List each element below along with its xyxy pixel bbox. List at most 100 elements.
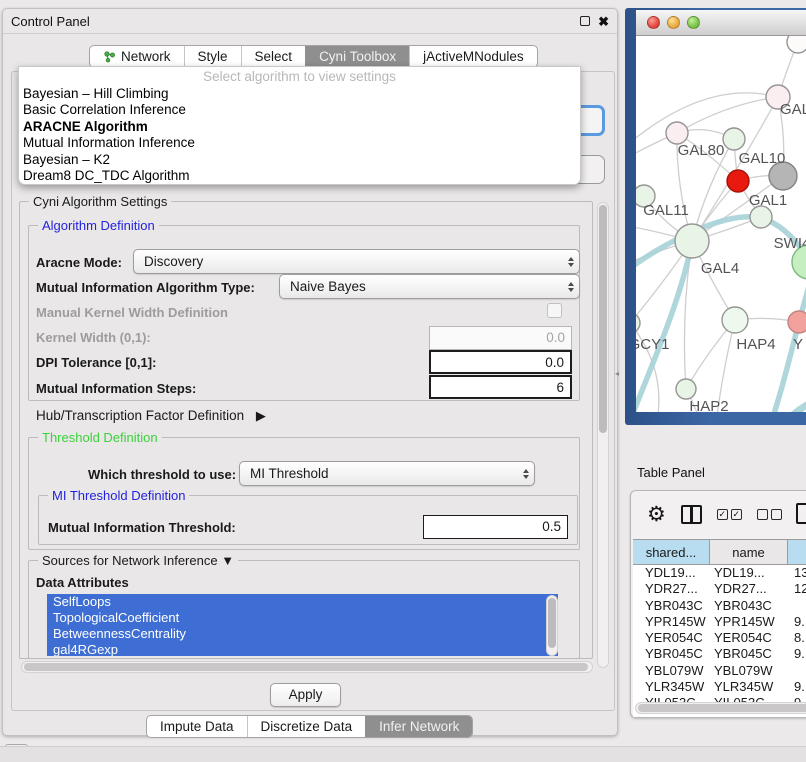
graph-node[interactable] <box>723 128 745 150</box>
algorithm-option[interactable]: Dream8 DC_TDC Algorithm <box>19 168 580 184</box>
table-horizontal-scroll-thumb[interactable] <box>638 704 806 712</box>
column-header-shared[interactable]: shared... <box>633 540 710 564</box>
column-header-name[interactable]: name <box>710 540 788 564</box>
page-icon[interactable] <box>796 503 806 524</box>
hub-transcription-factor-expander[interactable]: Hub/Transcription Factor Definition ▶ <box>36 408 266 424</box>
mi-algorithm-type-combobox[interactable]: Naive Bayes <box>279 274 580 299</box>
attribute-list-scroll-thumb[interactable] <box>548 598 556 648</box>
manual-kernel-width-checkbox[interactable] <box>547 303 562 318</box>
table-row[interactable]: YDL19...YDL19...13 <box>633 565 806 581</box>
graph-node[interactable] <box>666 122 688 144</box>
tab-cyni-toolbox[interactable]: Cyni Toolbox <box>305 46 409 67</box>
table-row[interactable]: YER054CYER054C8. <box>633 630 806 646</box>
select-all-columns-icon[interactable]: ✓ ✓ <box>717 509 742 520</box>
graph-node[interactable] <box>788 311 806 333</box>
mi-threshold-definition-title: MI Threshold Definition <box>48 488 189 503</box>
algorithm-option[interactable]: Bayesian – K2 <box>19 152 580 168</box>
close-traffic-light-icon[interactable] <box>647 16 660 29</box>
settings-horizontal-scroll-thumb[interactable] <box>24 663 588 671</box>
algorithm-option[interactable]: Bayesian – Hill Climbing <box>19 86 580 102</box>
algorithm-option-selected[interactable]: ARACNE Algorithm <box>19 119 580 135</box>
algorithm-option[interactable]: Basic Correlation Inference <box>19 102 580 118</box>
mi-threshold-label: Mutual Information Threshold: <box>48 520 236 535</box>
gear-icon[interactable]: ⚙ <box>647 504 666 525</box>
table-header-row: shared... name <box>633 539 806 565</box>
split-columns-icon[interactable] <box>681 505 702 524</box>
table-row[interactable]: YDR27...YDR27...12 <box>633 581 806 597</box>
deselect-all-columns-icon[interactable] <box>757 509 782 520</box>
tab-style[interactable]: Style <box>184 46 241 67</box>
kernel-width-field[interactable]: 0.0 <box>429 326 572 350</box>
aracne-mode-combobox[interactable]: Discovery <box>133 249 580 274</box>
checked-checkbox-icon: ✓ <box>717 509 728 520</box>
threshold-definition-title: Threshold Definition <box>38 430 162 445</box>
table-row[interactable]: YBR043CYBR043C <box>633 598 806 614</box>
network-view-titlebar[interactable] <box>636 10 806 36</box>
node-label-gal-partial: GAL <box>780 101 806 118</box>
dpi-tolerance-field[interactable]: 0.0 <box>429 350 572 374</box>
kernel-width-label: Kernel Width (0,1): <box>36 330 151 345</box>
status-bar <box>0 746 806 762</box>
tab-impute-data[interactable]: Impute Data <box>147 716 247 737</box>
attribute-item[interactable]: gal4RGexp <box>47 642 558 656</box>
attribute-item[interactable]: BetweennessCentrality <box>47 626 558 642</box>
network-icon <box>103 50 116 63</box>
table-rows: YDL19...YDL19...13 YDR27...YDR27...12 YB… <box>633 565 806 702</box>
graph-node[interactable] <box>636 313 640 333</box>
node-label-hap2: HAP2 <box>689 398 728 412</box>
mi-steps-field[interactable]: 6 <box>429 375 572 399</box>
network-view-inner: GAL GAL80 GAL10 GAL1 GAL11 GAL4 SWI4 GCY… <box>636 10 806 412</box>
close-icon[interactable]: ✖ <box>598 15 609 28</box>
graph-node-selected[interactable] <box>727 170 749 192</box>
aracne-mode-label: Aracne Mode: <box>36 255 122 270</box>
graph-node[interactable] <box>750 206 772 228</box>
attribute-list-scrollbar <box>546 595 558 656</box>
graph-node[interactable] <box>722 307 748 333</box>
checked-checkbox-icon: ✓ <box>731 509 742 520</box>
panel-splitter-handle[interactable]: ◂ <box>615 369 621 378</box>
node-label-gal4: GAL4 <box>701 260 739 277</box>
settings-horizontal-scrollbar <box>21 661 593 673</box>
apply-button[interactable]: Apply <box>270 683 341 707</box>
settings-vertical-scroll-thumb[interactable] <box>599 205 607 433</box>
collapse-arrow-icon[interactable]: ▼ <box>221 553 234 568</box>
tab-network-label: Network <box>121 49 171 64</box>
float-window-icon[interactable] <box>580 16 590 26</box>
table-row[interactable]: YIL053CYIL053C9 <box>633 695 806 702</box>
algorithm-option[interactable]: Mutual Information Inference <box>19 135 580 151</box>
node-label-y-partial: Y <box>793 336 803 353</box>
table-row[interactable]: YLR345WYLR345W9. <box>633 679 806 695</box>
tab-select[interactable]: Select <box>241 46 306 67</box>
node-table: shared... name YDL19...YDL19...13 YDR27.… <box>633 539 806 717</box>
column-header-partial[interactable] <box>788 540 806 564</box>
attribute-item[interactable]: SelfLoops <box>47 594 558 610</box>
network-canvas[interactable]: GAL GAL80 GAL10 GAL1 GAL11 GAL4 SWI4 GCY… <box>636 36 806 412</box>
table-row[interactable]: YBR045CYBR045C9. <box>633 646 806 662</box>
dpi-tolerance-label: DPI Tolerance [0,1]: <box>36 355 156 370</box>
table-horizontal-scrollbar <box>635 702 806 714</box>
table-panel-window: ⚙ ✓ ✓ shared... name YDL19...YDL19...13 … <box>630 490 806 718</box>
node-label-swi4: SWI4 <box>774 235 806 252</box>
which-threshold-combobox[interactable]: MI Threshold <box>239 461 535 486</box>
combobox-arrows-icon <box>517 462 534 485</box>
control-panel-tabbar: Network Style Select Cyni Toolbox jActiv… <box>89 45 538 68</box>
tab-infer-network[interactable]: Infer Network <box>365 716 472 737</box>
table-panel-title: Table Panel <box>637 465 705 480</box>
table-row[interactable]: YPR145WYPR145W9. <box>633 614 806 630</box>
table-row[interactable]: YBL079WYBL079W <box>633 663 806 679</box>
graph-node[interactable] <box>675 224 709 258</box>
graph-node[interactable] <box>676 379 696 399</box>
zoom-traffic-light-icon[interactable] <box>687 16 700 29</box>
tab-network[interactable]: Network <box>90 46 184 67</box>
minimize-traffic-light-icon[interactable] <box>667 16 680 29</box>
node-label-gal11: GAL11 <box>643 202 689 219</box>
graph-node[interactable] <box>787 36 806 53</box>
tab-discretize-data[interactable]: Discretize Data <box>247 716 366 737</box>
cyni-settings-group-title: Cyni Algorithm Settings <box>29 194 171 209</box>
tab-jactivemnodules[interactable]: jActiveMNodules <box>409 46 537 67</box>
mi-threshold-field[interactable]: 0.5 <box>423 515 568 539</box>
combobox-arrows-icon <box>562 275 579 298</box>
attribute-item[interactable]: TopologicalCoefficient <box>47 610 558 626</box>
network-view-window[interactable]: GAL GAL80 GAL10 GAL1 GAL11 GAL4 SWI4 GCY… <box>625 8 806 425</box>
network-graph <box>636 36 806 412</box>
